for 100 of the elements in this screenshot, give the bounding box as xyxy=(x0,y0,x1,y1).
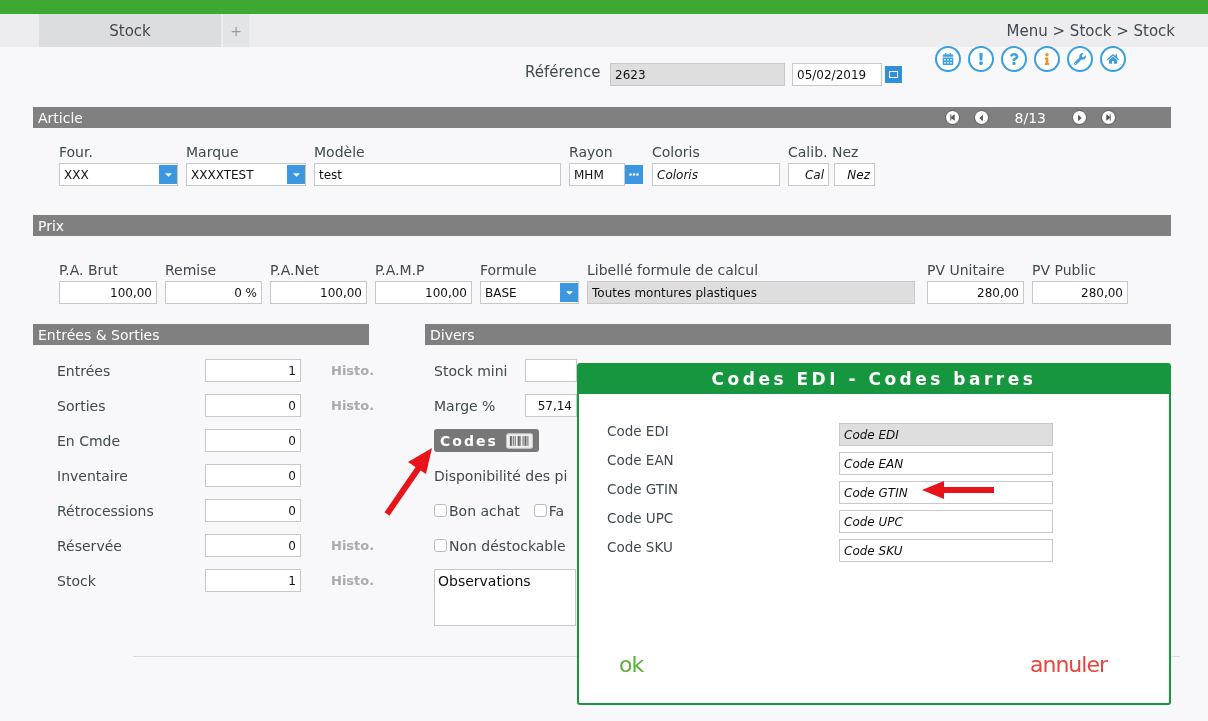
dropdown-button[interactable] xyxy=(560,283,578,302)
last-button[interactable] xyxy=(1101,110,1116,125)
field-label: P.A. Brut xyxy=(59,262,119,278)
number-field[interactable]: 280,00 xyxy=(1032,281,1128,304)
checkbox[interactable] xyxy=(434,539,447,552)
arrow-annotation xyxy=(922,481,994,499)
row-label: En Cmde xyxy=(57,432,122,449)
number-field[interactable]: 100,00 xyxy=(270,281,367,304)
section-title: Divers xyxy=(430,326,475,343)
checkbox-label: Bon achat xyxy=(449,502,520,519)
number-field[interactable]: 100,00 xyxy=(375,281,472,304)
section-title: Article xyxy=(38,109,83,126)
field-label: Code UPC xyxy=(607,509,675,526)
row-label: Stock xyxy=(57,572,97,589)
reference-field[interactable]: 2623 xyxy=(610,63,785,86)
next-button[interactable] xyxy=(1072,110,1087,125)
code-field[interactable]: Code UPC xyxy=(839,510,1053,533)
wrench-icon xyxy=(1074,53,1086,65)
wrench-button[interactable] xyxy=(1067,46,1093,72)
help-icon xyxy=(1008,53,1020,65)
barcode-icon xyxy=(505,432,533,449)
field-label: Calib. Nez xyxy=(788,144,860,160)
home-icon xyxy=(1107,53,1119,65)
field-label: Coloris xyxy=(652,144,701,160)
checkbox[interactable] xyxy=(434,504,447,517)
lookup-button[interactable] xyxy=(625,165,643,184)
row-label: Sorties xyxy=(57,397,107,414)
first-icon xyxy=(948,114,956,121)
availability-label: Disponibilité des pi xyxy=(434,467,568,484)
number-field[interactable]: 0 xyxy=(205,499,301,522)
number-field[interactable]: 57,14 xyxy=(525,394,577,417)
code-field[interactable]: Code SKU xyxy=(839,539,1053,562)
section-title: Entrées & Sorties xyxy=(38,326,160,343)
checkbox[interactable] xyxy=(533,504,547,517)
arrow-annotation xyxy=(384,448,432,516)
number-field[interactable]: 100,00 xyxy=(59,281,157,304)
field-label: Modèle xyxy=(314,144,366,160)
dropdown-button[interactable] xyxy=(159,165,177,184)
field-label: Code EDI xyxy=(607,422,670,439)
field-label: Code EAN xyxy=(607,451,675,468)
row-label: Entrées xyxy=(57,362,112,379)
number-field[interactable]: 0 xyxy=(205,394,301,417)
last-icon xyxy=(1105,114,1112,121)
number-field[interactable]: 0 xyxy=(205,534,301,557)
row-label: Inventaire xyxy=(57,467,129,484)
text-field[interactable]: Cal xyxy=(788,163,829,186)
field-label: Code GTIN xyxy=(607,480,680,497)
text-field[interactable]: MHM xyxy=(569,163,625,186)
checkbox-label: Non déstockable xyxy=(449,537,566,554)
dropdown-button[interactable] xyxy=(287,165,305,184)
breadcrumb: Menu > Stock > Stock xyxy=(1006,21,1175,40)
codes-button[interactable]: Codes xyxy=(434,429,539,452)
field-label: Code SKU xyxy=(607,538,674,555)
text-field[interactable]: Coloris xyxy=(652,163,780,186)
code-field: Code EDI xyxy=(839,423,1053,446)
code-field[interactable]: Code EAN xyxy=(839,452,1053,475)
readonly-field[interactable]: Toutes montures plastiques xyxy=(587,281,915,304)
checkbox-label: Fa xyxy=(548,502,565,519)
field-label: Libellé formule de calcul xyxy=(587,262,760,278)
calendar-icon xyxy=(942,53,954,65)
help-button[interactable] xyxy=(1001,46,1027,72)
text-field[interactable]: Nez xyxy=(834,163,875,186)
field-label: Rayon xyxy=(569,144,614,160)
more-icon xyxy=(629,173,639,176)
row-label: Rétrocessions xyxy=(57,502,155,519)
reference-label: Référence xyxy=(525,63,602,81)
field-label: Marque xyxy=(186,144,240,160)
calendar-button[interactable] xyxy=(935,46,961,72)
number-field[interactable]: 1 xyxy=(205,359,301,382)
cancel-button[interactable]: annuler xyxy=(1030,652,1107,677)
field-label: Formule xyxy=(480,262,538,278)
info-button[interactable] xyxy=(1034,46,1060,72)
number-field[interactable]: 0 % xyxy=(165,281,262,304)
field-label: PV Unitaire xyxy=(927,262,1006,278)
field-label: Remise xyxy=(165,262,218,278)
previous-button[interactable] xyxy=(973,110,989,125)
row-label: Réservée xyxy=(57,537,123,554)
section-title: Prix xyxy=(38,217,65,234)
field-label: P.A.Net xyxy=(270,262,321,278)
tab[interactable]: Stock xyxy=(39,14,221,47)
code-field[interactable]: Code GTIN xyxy=(839,481,1053,504)
date-field[interactable]: 05/02/2019 xyxy=(792,63,882,86)
number-field[interactable]: 1 xyxy=(205,569,301,592)
dialog-title: Codes EDI - Codes barres xyxy=(579,365,1169,394)
text-field[interactable]: test xyxy=(314,163,561,186)
alert-button[interactable] xyxy=(968,46,994,72)
field-label: P.A.M.P xyxy=(375,262,426,278)
first-button[interactable] xyxy=(944,110,960,125)
home-button[interactable] xyxy=(1100,46,1126,72)
number-field[interactable]: 0 xyxy=(205,429,301,452)
field-label: PV Public xyxy=(1032,262,1097,278)
number-field[interactable]: 280,00 xyxy=(927,281,1024,304)
field-label: Marge % xyxy=(434,397,497,414)
page-counter: 8/13 xyxy=(1014,109,1046,126)
calendar-button[interactable] xyxy=(885,66,902,83)
field-label: Four. xyxy=(59,144,94,160)
number-field[interactable] xyxy=(525,359,577,382)
observations-field[interactable]: Observations xyxy=(434,569,576,626)
number-field[interactable]: 0 xyxy=(205,464,301,487)
field-label: Stock mini xyxy=(434,362,509,379)
